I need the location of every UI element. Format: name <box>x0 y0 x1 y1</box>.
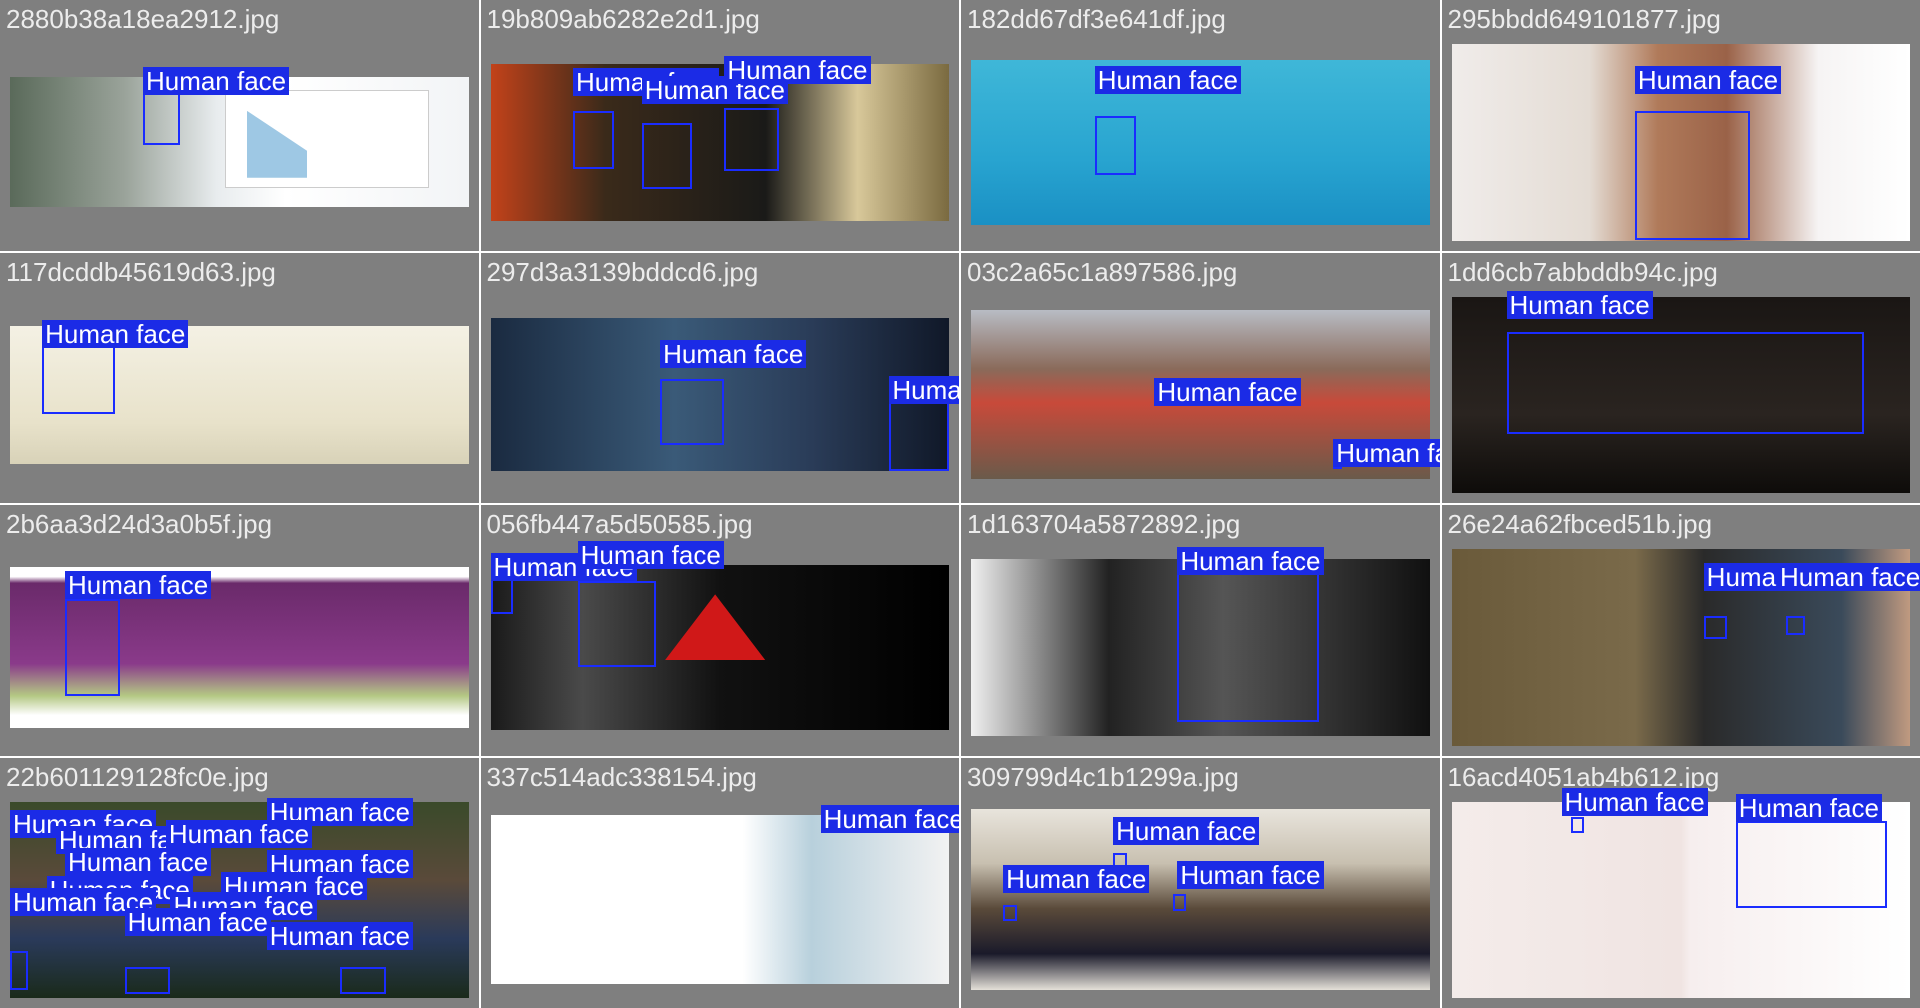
face-label: Human face <box>889 376 959 405</box>
grid-tile[interactable]: 117dcddb45619d63.jpg Human face <box>0 252 479 503</box>
tile-image: Human face <box>971 59 1430 225</box>
tile-image: Human face <box>971 546 1430 736</box>
tile-image: Human face Human face <box>490 318 959 472</box>
face-box <box>641 123 693 190</box>
grid-tile[interactable]: 22b601129128fc0e.jpg Human face Human fa… <box>0 757 479 1008</box>
face-label: Human face <box>577 540 724 569</box>
grid-tile[interactable]: 19b809ab6282e2d1.jpg Human face Human fa… <box>480 0 959 251</box>
face-box <box>124 966 171 995</box>
face-box <box>1003 905 1017 922</box>
tile-filename: 2b6aa3d24d3a0b5f.jpg <box>6 509 273 539</box>
detection-grid: 2880b38a18ea2912.jpg Human face 19b809ab… <box>0 0 1920 1008</box>
face-label: Human face <box>1177 861 1324 890</box>
face-box <box>573 110 615 169</box>
face-box <box>1094 115 1137 176</box>
face-label: Human face <box>124 907 271 936</box>
tile-image: Human face Human face Human face <box>971 809 1430 991</box>
face-box <box>490 577 514 615</box>
face-label: Human face <box>724 55 871 84</box>
tile-image: Human face Human face <box>1451 787 1910 998</box>
face-label: Human face <box>1177 546 1324 575</box>
tile-image: Human face <box>10 319 469 464</box>
grid-tile[interactable]: 309799d4c1b1299a.jpg Human face Human fa… <box>961 757 1440 1008</box>
face-label: Human face <box>1735 793 1882 822</box>
grid-tile[interactable]: 16acd4051ab4b612.jpg Human face Human fa… <box>1441 757 1920 1008</box>
face-box <box>142 92 180 145</box>
face-label: Human face <box>1333 438 1440 467</box>
grid-tile[interactable]: 2880b38a18ea2912.jpg Human face <box>0 0 479 251</box>
face-label: Human face <box>820 805 959 834</box>
tile-filename: 26e24a62fbced51b.jpg <box>1447 509 1713 539</box>
tile-filename: 1d163704a5872892.jpg <box>967 509 1241 539</box>
tile-filename: 295bbdd649101877.jpg <box>1447 4 1721 34</box>
face-label: Human face <box>142 67 290 96</box>
face-box <box>42 345 116 414</box>
face-box <box>889 397 949 472</box>
face-box <box>1172 894 1187 911</box>
face-label: Human face <box>1634 66 1782 94</box>
tile-image: Human face <box>10 67 469 208</box>
face-label: Human face <box>660 340 807 369</box>
tile-filename: 182dd67df3e641df.jpg <box>967 4 1226 34</box>
grid-tile[interactable]: 1d163704a5872892.jpg Human face <box>961 505 1440 756</box>
face-box <box>1506 331 1865 435</box>
tile-image: Human face Human face Human face <box>490 55 949 221</box>
face-label: Human face <box>1777 563 1920 591</box>
grid-tile[interactable]: 2b6aa3d24d3a0b5f.jpg Human face <box>0 505 479 756</box>
tile-filename: 03c2a65c1a897586.jpg <box>967 256 1238 287</box>
face-box <box>65 598 121 696</box>
tile-filename: 309799d4c1b1299a.jpg <box>967 761 1239 792</box>
face-box <box>1634 110 1750 241</box>
tile-filename: 297d3a3139bddcd6.jpg <box>486 256 759 287</box>
tile-filename: 2880b38a18ea2912.jpg <box>6 4 280 34</box>
grid-tile[interactable]: 295bbdd649101877.jpg Human face <box>1441 0 1920 251</box>
grid-tile[interactable]: 26e24a62fbced51b.jpg Human face Human fa… <box>1441 505 1920 756</box>
grid-tile[interactable]: 056fb447a5d50585.jpg Human face Human fa… <box>480 505 959 756</box>
face-label: Human face <box>42 319 189 348</box>
face-label: Human face <box>65 847 212 876</box>
tile-image: Human face Human face <box>971 310 1440 480</box>
tile-image: Human face <box>1451 290 1910 493</box>
tile-filename: 1dd6cb7abbddb94c.jpg <box>1447 256 1718 287</box>
grid-tile[interactable]: 1dd6cb7abbddb94c.jpg Human face <box>1441 252 1920 503</box>
face-box <box>1177 569 1320 722</box>
face-label: Human face <box>1003 865 1150 894</box>
grid-tile[interactable]: 297d3a3139bddcd6.jpg Human face Human fa… <box>480 252 959 503</box>
tile-image: Human face Human face <box>1451 549 1920 746</box>
face-box <box>1703 615 1727 640</box>
face-label: Human face <box>266 921 413 950</box>
tile-filename: 117dcddb45619d63.jpg <box>6 256 276 287</box>
tile-filename: 22b601129128fc0e.jpg <box>6 761 269 792</box>
face-label: Human face <box>65 570 212 599</box>
face-box <box>1735 821 1888 908</box>
tile-image: Human face <box>1451 44 1910 241</box>
tile-filename: 056fb447a5d50585.jpg <box>486 509 753 539</box>
face-box <box>577 581 656 668</box>
face-label: Human face <box>1094 65 1241 94</box>
tile-image: Human face Human face Human face Human f… <box>10 797 469 998</box>
grid-tile[interactable]: 337c514adc338154.jpg Human face <box>480 757 959 1008</box>
tile-image: Human face <box>490 805 959 985</box>
grid-tile[interactable]: 03c2a65c1a897586.jpg Human face Human fa… <box>961 252 1440 503</box>
face-box <box>1570 817 1585 833</box>
grid-tile[interactable]: 182dd67df3e641df.jpg Human face <box>961 0 1440 251</box>
face-box <box>724 107 780 171</box>
face-box <box>10 950 29 991</box>
face-box <box>340 966 386 995</box>
tile-filename: 19b809ab6282e2d1.jpg <box>486 4 760 34</box>
tile-image: Human face <box>10 566 469 728</box>
tile-image: Human face Human face <box>490 540 949 730</box>
face-box <box>1786 615 1805 636</box>
face-label: Human face <box>1113 817 1260 846</box>
face-label: Human face <box>165 819 313 848</box>
tile-filename: 337c514adc338154.jpg <box>486 761 757 792</box>
face-label: Human face <box>1154 377 1301 406</box>
face-box <box>660 379 725 446</box>
face-label: Human face <box>1506 290 1653 319</box>
face-label: Human face <box>1561 787 1708 816</box>
